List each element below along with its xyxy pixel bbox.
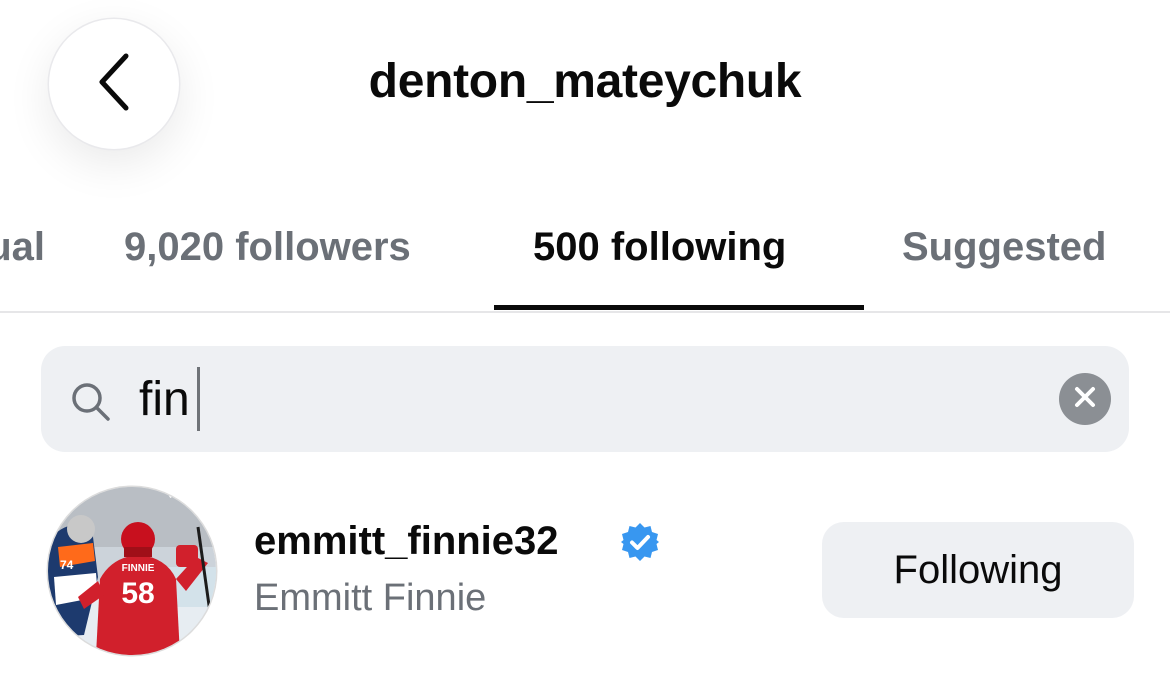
search-input[interactable]: fin xyxy=(139,370,190,430)
tab-suggested[interactable]: Suggested xyxy=(902,225,1106,270)
active-tab-indicator xyxy=(494,305,864,310)
search-icon xyxy=(70,381,112,428)
tab-followers[interactable]: 9,020 followers xyxy=(124,225,411,270)
verified-badge-icon xyxy=(620,522,660,567)
tab-divider xyxy=(0,311,1170,313)
svg-text:58: 58 xyxy=(121,577,154,610)
full-name: Emmitt Finnie xyxy=(254,577,487,619)
close-icon xyxy=(1073,385,1097,414)
tab-bar: ual 9,020 followers 500 following Sugges… xyxy=(0,205,1170,313)
svg-text:74: 74 xyxy=(60,558,74,572)
tab-following[interactable]: 500 following xyxy=(533,225,786,270)
list-item[interactable]: 74 FINNIE 58 emmitt_finnie32 Emmitt Finn… xyxy=(0,478,1170,668)
username[interactable]: emmitt_finnie32 xyxy=(254,519,559,564)
clear-search-button[interactable] xyxy=(1059,373,1111,425)
search-field[interactable] xyxy=(41,346,1129,452)
following-button[interactable]: Following xyxy=(822,522,1134,618)
page-title: denton_mateychuk xyxy=(368,55,802,108)
avatar[interactable]: 74 FINNIE 58 xyxy=(48,487,216,655)
text-cursor xyxy=(197,367,200,431)
svg-text:FINNIE: FINNIE xyxy=(122,563,155,574)
following-screen: denton_mateychuk ual 9,020 followers 500… xyxy=(0,0,1170,693)
tab-mutual[interactable]: ual xyxy=(0,225,45,270)
